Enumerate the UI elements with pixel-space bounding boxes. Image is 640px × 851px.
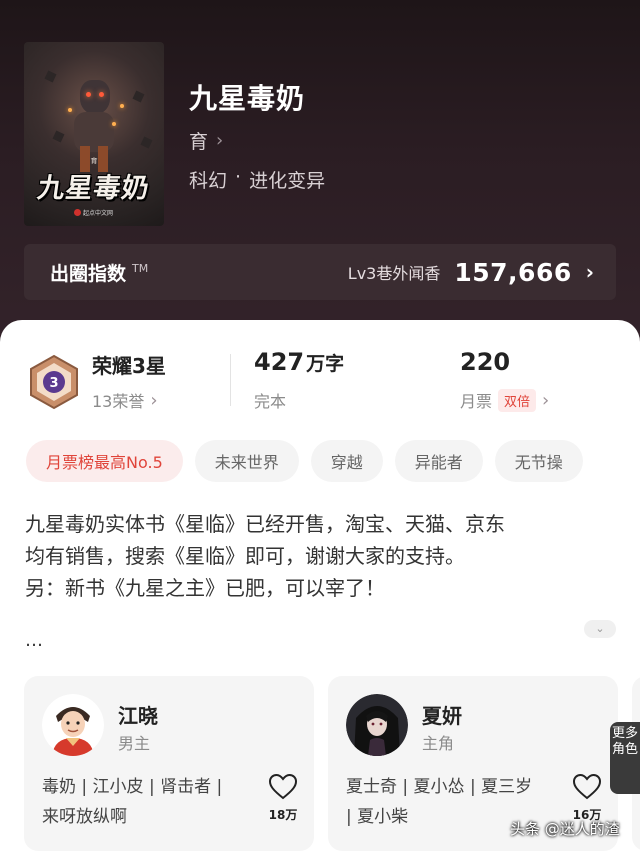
author-name: 育 xyxy=(189,131,209,153)
heart-icon xyxy=(268,773,298,800)
cover-author: 育 xyxy=(90,157,98,165)
honor-title: 荣耀3星 xyxy=(92,354,166,378)
cover-spark xyxy=(120,104,124,108)
genre-label[interactable]: 科幻 xyxy=(189,166,227,193)
monthly-ticket-link[interactable]: 月票 双倍 › xyxy=(460,388,549,412)
book-header: 育 九星毒奶 起点中文网 九星毒奶 育 › 科幻 · 进化变异 出圈指数 TM … xyxy=(0,0,640,340)
character-name: 夏妍 xyxy=(422,704,462,728)
word-count-value: 427 xyxy=(254,348,305,376)
like-button[interactable]: 18万 xyxy=(266,773,300,823)
character-tags: 毒奶 | 江小皮 | 肾击者 | 来呀放纵啊 xyxy=(42,772,252,832)
character-tags-line: 夏士奇 | 夏小怂 | 夏三岁 xyxy=(346,777,533,797)
cover-title: 九星毒奶 xyxy=(35,173,152,204)
genre-separator: · xyxy=(235,166,242,188)
index-level: Lv3巷外闻香 xyxy=(347,264,441,283)
heart-icon xyxy=(572,773,602,800)
book-detail-panel: 3 荣耀3星 13荣誉 › 427 万字 完本 220 月票 双倍 › 月票榜最高… xyxy=(0,320,640,851)
tag-chip[interactable]: 穿越 xyxy=(310,440,383,482)
intro-line: 均有销售，搜索《星临》即可，谢谢大家的支持。 xyxy=(25,544,465,568)
character-role: 男主 xyxy=(118,734,151,753)
publisher-logo-icon xyxy=(74,209,81,216)
book-cover[interactable]: 育 九星毒奶 起点中文网 xyxy=(24,42,164,226)
popularity-index-bar[interactable]: 出圈指数 TM Lv3巷外闻香 157,666 › xyxy=(24,244,616,300)
chevron-right-icon: › xyxy=(542,389,550,411)
monthly-ticket-label: 月票 xyxy=(460,392,493,411)
trademark-mark: TM xyxy=(132,262,149,275)
tag-chip-rank[interactable]: 月票榜最高No.5 xyxy=(26,440,183,482)
index-value: 157,666 xyxy=(454,257,572,287)
expand-chevron-icon[interactable]: ⌄ xyxy=(584,620,616,638)
cover-spark xyxy=(112,122,116,126)
word-count: 427 万字 xyxy=(254,348,344,376)
like-count: 18万 xyxy=(268,808,298,822)
tag-chip[interactable]: 无节操 xyxy=(494,440,583,482)
cover-debris xyxy=(132,90,145,103)
book-title: 九星毒奶 xyxy=(189,82,306,115)
cover-spark xyxy=(68,108,72,112)
index-label: 出圈指数 xyxy=(50,262,127,285)
book-intro[interactable]: 九星毒奶实体书《星临》已经开售，淘宝、天猫、京东 均有销售，搜索《星临》即可，谢… xyxy=(25,508,621,604)
cover-figure-eye xyxy=(86,92,91,97)
genre-row: 科幻 · 进化变异 xyxy=(189,166,325,193)
stats-divider xyxy=(230,354,231,406)
honor-level-number: 3 xyxy=(49,376,58,391)
cover-debris xyxy=(44,70,57,83)
honor-count: 13荣誉 xyxy=(92,392,145,411)
author-link[interactable]: 育 › xyxy=(189,127,223,154)
index-value-group: Lv3巷外闻香 157,666 › xyxy=(348,258,594,287)
monthly-ticket-count: 220 xyxy=(460,348,511,376)
chevron-right-icon: › xyxy=(150,389,158,411)
cover-debris xyxy=(52,130,65,143)
double-ticket-badge: 双倍 xyxy=(498,388,537,412)
intro-line: 另：新书《九星之主》已肥，可以宰了！ xyxy=(25,576,385,600)
completion-status: 完本 xyxy=(254,392,287,411)
honor-badge-icon[interactable]: 3 xyxy=(28,354,80,410)
stats-row: 3 荣耀3星 13荣誉 › 427 万字 完本 220 月票 双倍 › xyxy=(0,348,640,418)
watermark: 头条 @迷人的渣 xyxy=(510,820,620,838)
chevron-right-icon: › xyxy=(585,260,594,284)
character-name: 江晓 xyxy=(118,704,158,728)
intro-ellipsis: … xyxy=(25,630,43,651)
like-button[interactable]: 16万 xyxy=(570,773,604,823)
avatar xyxy=(42,694,104,756)
character-tags-line: 来呀放纵啊 xyxy=(42,807,127,827)
tag-list: 月票榜最高No.5 未来世界 穿越 异能者 无节操 xyxy=(26,440,583,484)
avatar xyxy=(346,694,408,756)
character-tags-line: 毒奶 | 江小皮 | 肾击者 | xyxy=(42,777,223,797)
character-card[interactable]: 江晓 男主 毒奶 | 江小皮 | 肾击者 | 来呀放纵啊 18万 xyxy=(24,676,314,851)
tag-chip[interactable]: 未来世界 xyxy=(194,440,299,482)
honor-count-link[interactable]: 13荣誉 › xyxy=(92,388,158,412)
cover-figure-head xyxy=(80,80,110,114)
cover-publisher: 起点中文网 xyxy=(74,208,113,217)
word-count-unit: 万字 xyxy=(306,353,345,375)
cover-figure-eye xyxy=(99,92,104,97)
character-role: 主角 xyxy=(422,734,455,753)
subgenre-label[interactable]: 进化变异 xyxy=(249,166,325,193)
chevron-right-icon: › xyxy=(216,130,224,151)
tag-chip[interactable]: 异能者 xyxy=(394,440,483,482)
intro-line: 九星毒奶实体书《星临》已经开售，淘宝、天猫、京东 xyxy=(25,512,505,536)
cover-debris xyxy=(140,136,153,149)
cover-publisher-text: 起点中文网 xyxy=(83,210,114,217)
more-characters-button[interactable]: 更多角色 xyxy=(610,722,640,794)
